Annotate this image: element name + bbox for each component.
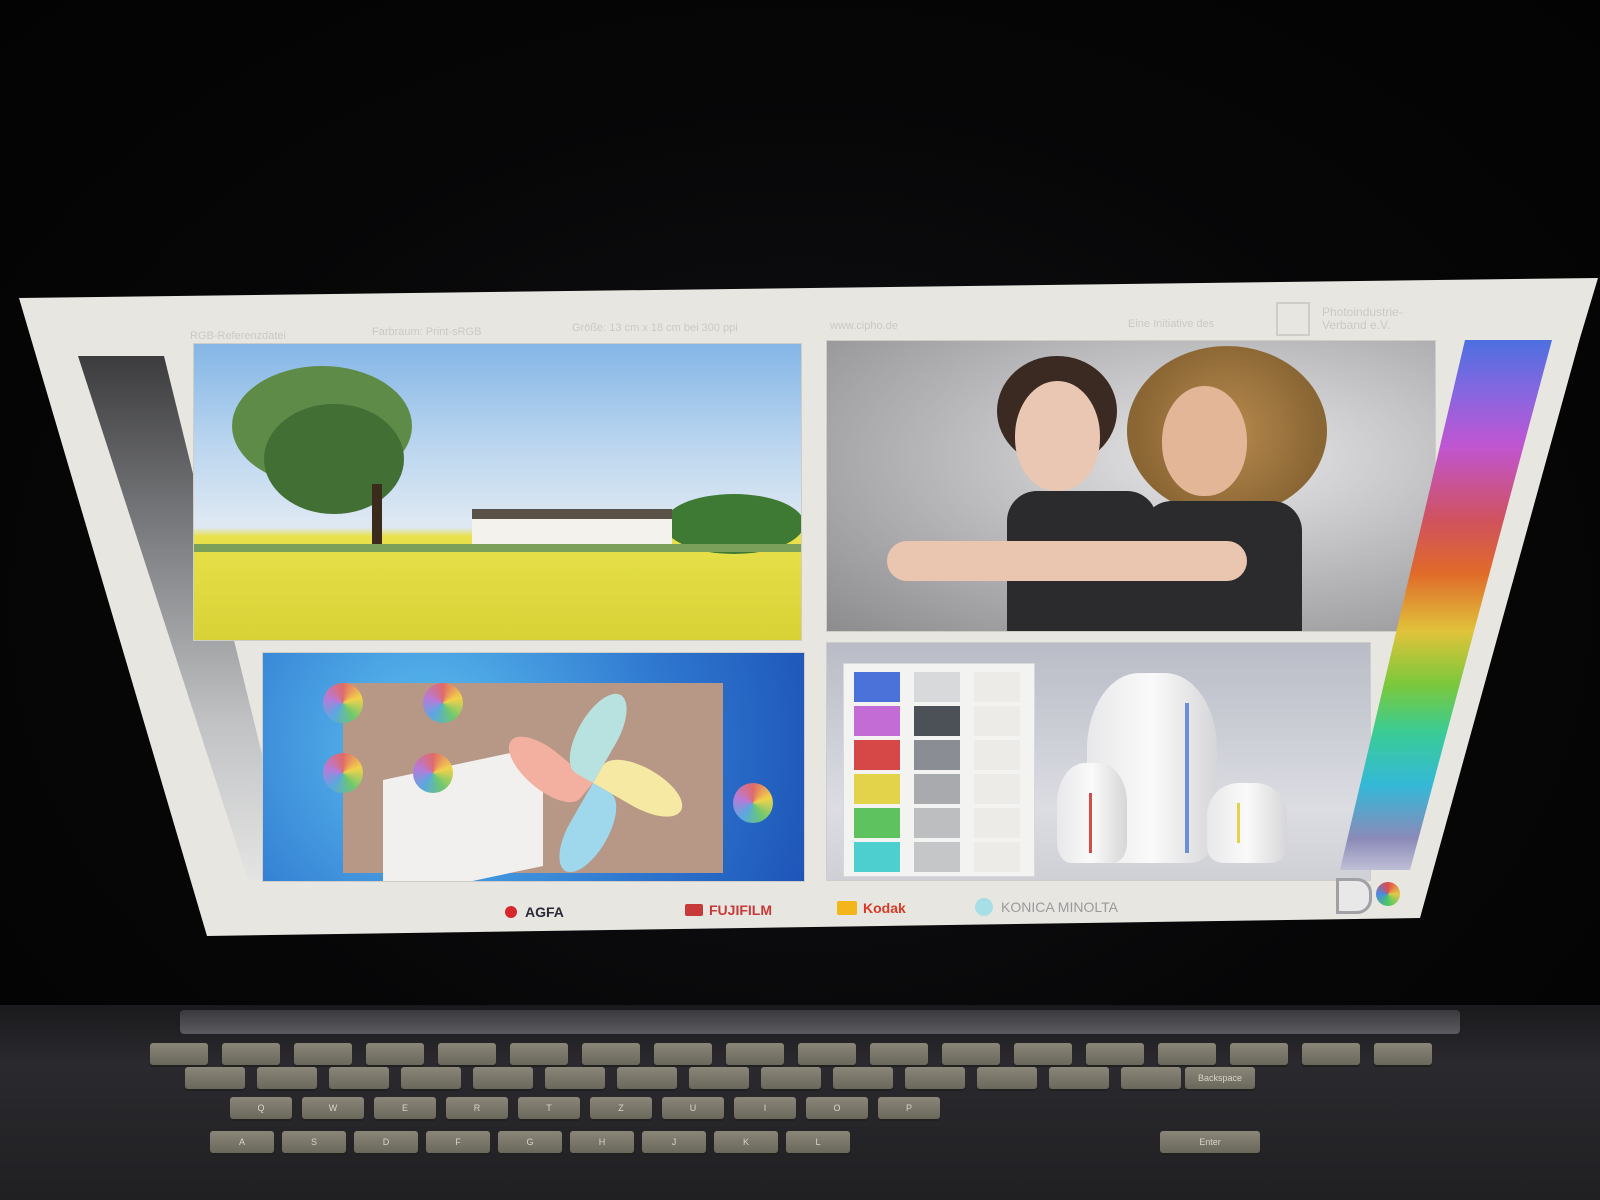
number-key[interactable] — [977, 1067, 1037, 1089]
portrait-photo — [826, 340, 1436, 632]
konica-mark — [975, 898, 993, 916]
letter-key[interactable]: H — [570, 1131, 634, 1153]
letter-key[interactable]: O — [806, 1097, 868, 1119]
function-key[interactable] — [942, 1043, 1000, 1065]
letter-key[interactable]: D — [354, 1131, 418, 1153]
konica-logo: KONICA MINOLTA — [975, 898, 1118, 916]
function-key[interactable] — [1014, 1043, 1072, 1065]
letter-key[interactable]: T — [518, 1097, 580, 1119]
number-key[interactable] — [1049, 1067, 1109, 1089]
function-key[interactable] — [510, 1043, 568, 1065]
function-key[interactable] — [222, 1043, 280, 1065]
white-patch — [974, 740, 1020, 770]
number-key[interactable] — [185, 1067, 245, 1089]
letter-key[interactable]: J — [642, 1131, 706, 1153]
ref-label: RGB-Referenzdatei — [190, 330, 286, 342]
function-key[interactable] — [150, 1043, 208, 1065]
number-key[interactable] — [905, 1067, 965, 1089]
keyboard-deck: Backspace Q W E R T Z U I O P A S D F G H J K L Enter — [0, 1005, 1600, 1200]
konica-text: KONICA MINOLTA — [1001, 899, 1118, 915]
letter-key[interactable]: A — [210, 1131, 274, 1153]
white-patch — [974, 774, 1020, 804]
association-logo — [1276, 302, 1310, 336]
gray-patch — [914, 774, 960, 804]
colorspace-label: Farbraum: Print-sRGB — [372, 326, 482, 338]
color-patch — [854, 774, 900, 804]
backspace-key[interactable]: Backspace — [1185, 1067, 1255, 1089]
fujifilm-mark — [685, 904, 703, 916]
function-key[interactable] — [366, 1043, 424, 1065]
number-key[interactable] — [401, 1067, 461, 1089]
number-key[interactable] — [473, 1067, 533, 1089]
letter-key[interactable]: L — [786, 1131, 850, 1153]
function-key[interactable] — [294, 1043, 352, 1065]
number-key[interactable] — [689, 1067, 749, 1089]
hinge — [180, 1010, 1460, 1034]
kodak-text: Kodak — [863, 900, 906, 916]
letter-key[interactable]: Z — [590, 1097, 652, 1119]
landscape-photo — [193, 343, 802, 641]
letter-key[interactable]: Q — [230, 1097, 292, 1119]
number-key[interactable] — [257, 1067, 317, 1089]
kodak-logo: Kodak — [837, 900, 906, 916]
letter-key[interactable]: U — [662, 1097, 724, 1119]
initiative-label: Eine Initiative des — [1128, 318, 1215, 330]
white-patch — [974, 808, 1020, 838]
function-key[interactable] — [1158, 1043, 1216, 1065]
white-patch — [974, 842, 1020, 872]
color-patch — [854, 808, 900, 838]
url-label: www.cipho.de — [830, 320, 898, 332]
color-patch — [854, 842, 900, 872]
gray-patch — [914, 808, 960, 838]
function-key[interactable] — [582, 1043, 640, 1065]
gray-patch — [914, 842, 960, 872]
function-key[interactable] — [726, 1043, 784, 1065]
color-checker-card — [843, 663, 1035, 877]
fujifilm-logo: FUJIFILM — [685, 902, 772, 918]
gray-patch — [914, 672, 960, 702]
letter-key[interactable]: K — [714, 1131, 778, 1153]
agfa-text: AGFA — [525, 904, 564, 920]
letter-key[interactable]: F — [426, 1131, 490, 1153]
number-key[interactable] — [329, 1067, 389, 1089]
letter-key[interactable]: W — [302, 1097, 364, 1119]
association-name: Photoindustrie-Verband e.V. — [1322, 305, 1403, 332]
fujifilm-text: FUJIFILM — [709, 902, 772, 918]
size-label: Größe: 13 cm x 18 cm bei 300 ppi — [572, 322, 738, 334]
number-key[interactable] — [761, 1067, 821, 1089]
number-key[interactable] — [545, 1067, 605, 1089]
function-key[interactable] — [1086, 1043, 1144, 1065]
function-key[interactable] — [654, 1043, 712, 1065]
white-patch — [974, 672, 1020, 702]
color-patch — [854, 672, 900, 702]
pinwheel-photo — [262, 652, 805, 882]
enter-key[interactable]: Enter — [1160, 1131, 1260, 1153]
number-key[interactable] — [833, 1067, 893, 1089]
function-key[interactable] — [438, 1043, 496, 1065]
function-key[interactable] — [1302, 1043, 1360, 1065]
color-patch — [854, 706, 900, 736]
white-patch — [974, 706, 1020, 736]
function-key[interactable] — [1374, 1043, 1432, 1065]
function-key[interactable] — [870, 1043, 928, 1065]
agfa-logo: AGFA — [505, 904, 564, 920]
pdi-logo — [1336, 878, 1408, 914]
letter-key[interactable]: P — [878, 1097, 940, 1119]
number-key[interactable] — [617, 1067, 677, 1089]
function-key[interactable] — [1230, 1043, 1288, 1065]
function-key[interactable] — [798, 1043, 856, 1065]
kodak-mark — [837, 901, 857, 915]
color-patch — [854, 740, 900, 770]
gray-patch — [914, 706, 960, 736]
agfa-dot — [505, 906, 517, 918]
still-life-photo — [826, 642, 1371, 881]
letter-key[interactable]: E — [374, 1097, 436, 1119]
letter-key[interactable]: R — [446, 1097, 508, 1119]
gray-patch — [914, 740, 960, 770]
letter-key[interactable]: G — [498, 1131, 562, 1153]
letter-key[interactable]: I — [734, 1097, 796, 1119]
letter-key[interactable]: S — [282, 1131, 346, 1153]
number-key[interactable] — [1121, 1067, 1181, 1089]
